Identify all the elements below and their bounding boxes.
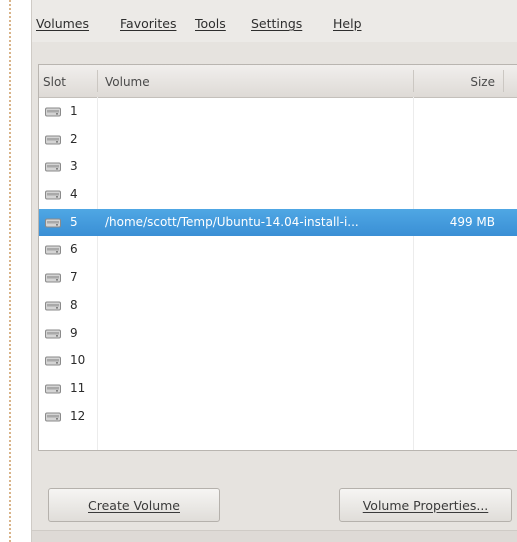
volume-size: 499 MB [449, 214, 495, 229]
hard-drive-icon [45, 135, 61, 145]
menu-help[interactable]: Help [333, 16, 362, 31]
column-header-slot[interactable]: Slot [43, 75, 66, 89]
hard-drive-icon [45, 384, 61, 394]
hard-drive-icon [45, 107, 61, 117]
slot-number: 10 [70, 353, 86, 368]
column-header-size[interactable]: Size [429, 75, 495, 89]
menu-favorites[interactable]: Favorites [120, 16, 176, 31]
slot-number: 12 [70, 408, 86, 423]
hard-drive-icon [45, 301, 61, 311]
table-row[interactable]: 5/home/scott/Temp/Ubuntu-14.04-install-i… [39, 208, 517, 237]
create-volume-label: Create Volume [88, 497, 180, 513]
column-separator [503, 70, 504, 92]
table-row[interactable]: 2 [39, 126, 517, 154]
slot-number: 4 [70, 187, 78, 202]
page-border [9, 0, 11, 542]
slot-number: 11 [70, 380, 86, 395]
volume-path: /home/scott/Temp/Ubuntu-14.04-install-i.… [105, 214, 359, 229]
table-row[interactable]: 9 [39, 320, 517, 348]
slot-number: 6 [70, 242, 78, 257]
table-row[interactable]: 12 [39, 403, 517, 431]
app-window: Volumes Favorites Tools Settings Help Sl… [31, 0, 517, 542]
table-row[interactable]: 8 [39, 292, 517, 320]
hard-drive-icon [45, 329, 61, 338]
table-row[interactable]: 10 [39, 347, 517, 375]
column-header-volume[interactable]: Volume [105, 75, 150, 89]
create-volume-button[interactable]: Create Volume [48, 488, 220, 522]
table-row[interactable]: 7 [39, 264, 517, 292]
hard-drive-icon [45, 218, 61, 228]
slot-number: 1 [70, 104, 78, 118]
hard-drive-icon [45, 190, 61, 200]
slot-number: 5 [70, 214, 78, 229]
volume-properties-button[interactable]: Volume Properties... [339, 488, 512, 522]
hard-drive-icon [45, 162, 61, 172]
bottom-panel-edge [32, 530, 517, 542]
slot-number: 2 [70, 131, 78, 146]
slot-number: 8 [70, 297, 78, 312]
menu-volumes[interactable]: Volumes [36, 16, 89, 31]
hard-drive-icon [45, 273, 61, 283]
hard-drive-icon [45, 412, 61, 422]
menu-settings[interactable]: Settings [251, 16, 302, 31]
menubar: Volumes Favorites Tools Settings Help [32, 0, 517, 42]
hard-drive-icon [45, 356, 61, 366]
table-row[interactable]: 3 [39, 153, 517, 181]
table-row[interactable]: 1 [39, 98, 517, 126]
table-row[interactable]: 4 [39, 181, 517, 209]
column-separator [413, 70, 414, 92]
volume-properties-label: Volume Properties... [362, 497, 489, 513]
menu-tools[interactable]: Tools [195, 16, 226, 31]
table-body: 1 2 3 4 5/home/scott/Temp/Ubuntu-14.04-insta… [39, 98, 517, 430]
slot-number: 7 [70, 270, 78, 285]
column-separator [97, 70, 98, 92]
table-row[interactable]: 6 [39, 236, 517, 264]
slot-number: 9 [70, 325, 78, 340]
table-row[interactable]: 11 [39, 375, 517, 403]
hard-drive-icon [45, 245, 61, 255]
volume-list[interactable]: Slot Volume Size 1 2 3 4 5/home/scott/Temp/U… [38, 64, 517, 451]
table-header: Slot Volume Size [39, 65, 517, 98]
slot-number: 3 [70, 159, 78, 174]
